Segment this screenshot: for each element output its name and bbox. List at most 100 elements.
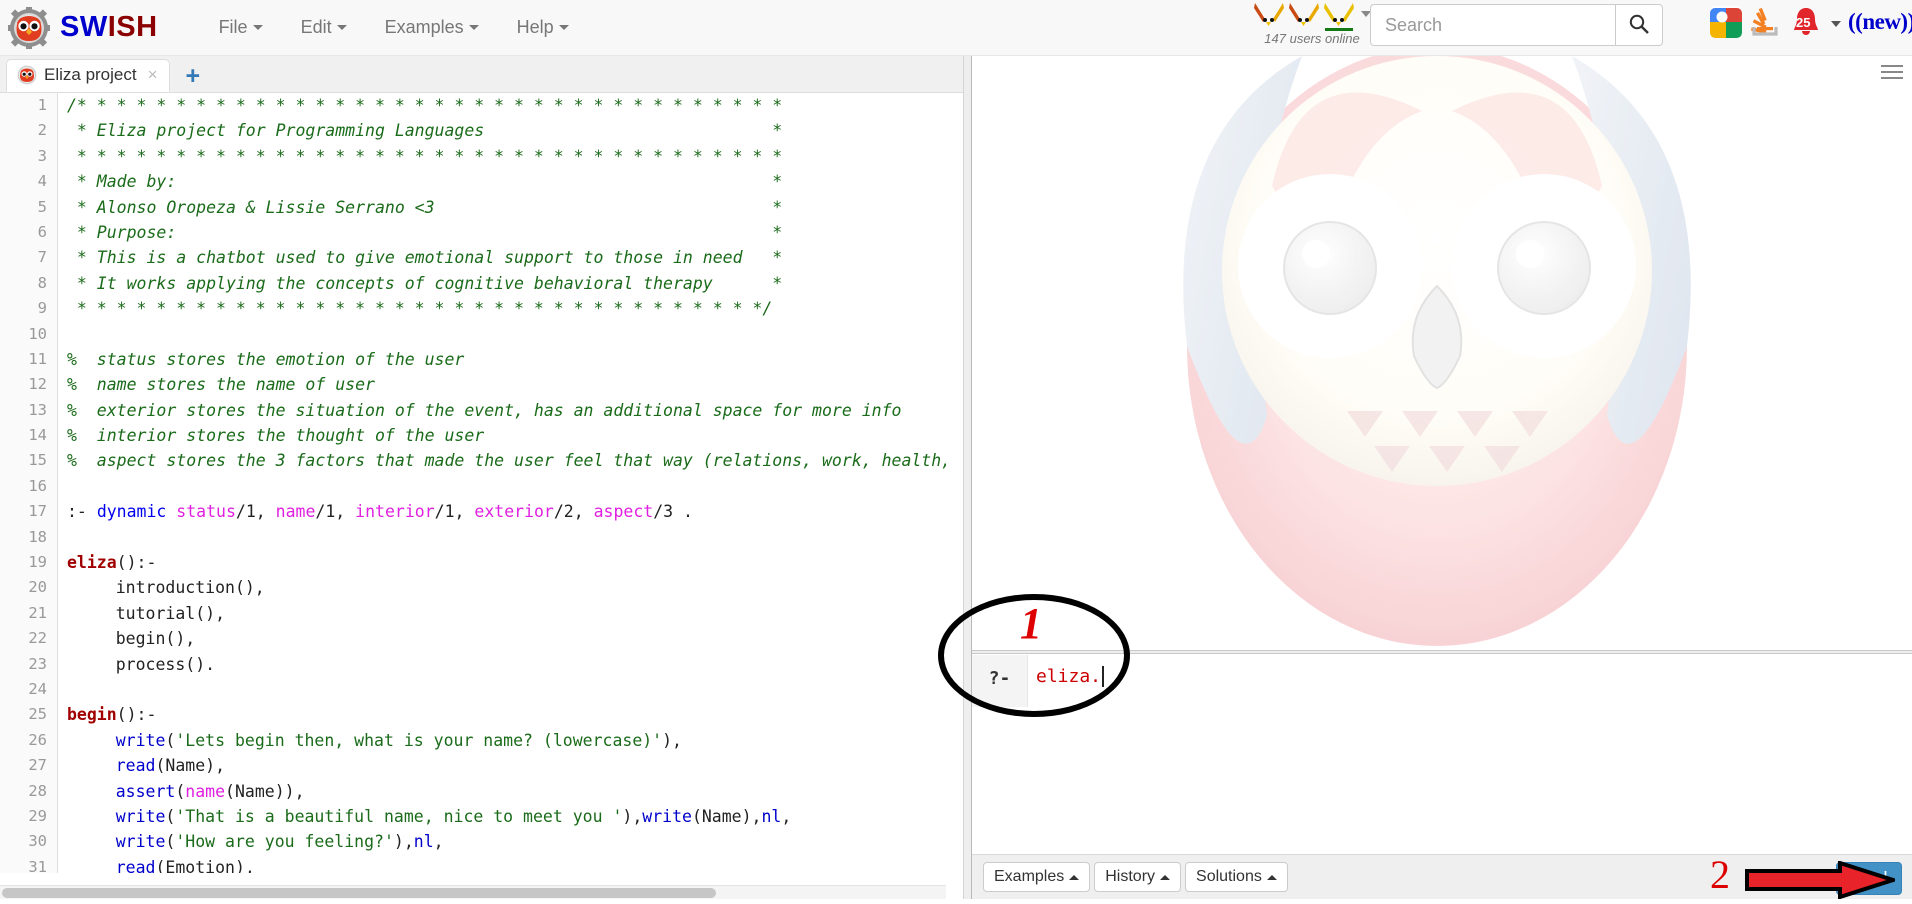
menu-item-edit[interactable]: Edit bbox=[282, 9, 366, 46]
code-line: 6 * Purpose: * bbox=[0, 219, 946, 246]
chevron-down-icon[interactable] bbox=[1831, 21, 1841, 27]
code-token: ( bbox=[165, 832, 176, 852]
query-editor[interactable]: eliza. bbox=[1028, 655, 1912, 707]
code-line-text: % aspect stores the 3 factors that made … bbox=[58, 448, 946, 473]
query-text: eliza. bbox=[1036, 666, 1102, 687]
history-dropup-button[interactable]: History bbox=[1094, 862, 1182, 892]
code-line: 19 eliza():- bbox=[0, 550, 946, 576]
run-button[interactable]: Run! bbox=[1835, 862, 1902, 895]
line-number: 27 bbox=[0, 753, 58, 779]
chevron-down-icon bbox=[336, 25, 347, 30]
code-token: ), bbox=[662, 730, 682, 750]
line-number: 13 bbox=[0, 397, 58, 424]
pane-splitter[interactable] bbox=[963, 56, 972, 899]
menu-hamburger-icon[interactable] bbox=[1881, 65, 1903, 81]
code-token: assert bbox=[115, 781, 176, 801]
line-number: 12 bbox=[0, 372, 58, 398]
code-line: 15 % aspect stores the 3 factors that mad… bbox=[0, 448, 946, 474]
tab-eliza-project[interactable]: Eliza project × bbox=[6, 59, 170, 92]
code-token: nl bbox=[761, 806, 782, 826]
line-number: 22 bbox=[0, 626, 58, 652]
code-line: 10 bbox=[0, 321, 946, 347]
code-line: 12 % name stores the name of user bbox=[0, 372, 946, 398]
code-line: 5 * Alonso Oropeza & Lissie Serrano <3 * bbox=[0, 194, 946, 220]
code-line: 4 * Made by: * bbox=[0, 169, 946, 195]
code-line-text bbox=[58, 525, 76, 550]
code-token: /1, bbox=[235, 502, 276, 522]
code-token: (Name), bbox=[691, 806, 762, 826]
menu-item-file[interactable]: File bbox=[200, 9, 282, 46]
line-number: 28 bbox=[0, 778, 58, 804]
code-token: :- bbox=[67, 502, 97, 522]
query-prompt-label: ?- bbox=[972, 655, 1028, 707]
code-token: 'Lets begin then, what is your name? (lo… bbox=[175, 730, 663, 750]
menu-item-examples[interactable]: Examples bbox=[366, 9, 498, 46]
annotation-step-one: 1 bbox=[1020, 599, 1042, 648]
code-line: 20 introduction(), bbox=[0, 575, 946, 601]
code-token: name bbox=[185, 781, 226, 801]
line-number: 29 bbox=[0, 803, 58, 830]
line-number: 2 bbox=[0, 118, 58, 144]
menu-item-help[interactable]: Help bbox=[498, 9, 588, 46]
code-line: 8 * It works applying the concepts of co… bbox=[0, 270, 946, 297]
add-tab-button[interactable]: + bbox=[186, 64, 201, 89]
code-token: status bbox=[176, 502, 236, 522]
code-token: * * * * * * * * * * * * * * * * * * * * … bbox=[67, 146, 783, 166]
code-token: /1, bbox=[434, 502, 475, 522]
tab-label: Eliza project bbox=[44, 65, 137, 84]
code-line-text: % interior stores the thought of the use… bbox=[58, 423, 484, 448]
stackoverflow-icon[interactable] bbox=[1749, 6, 1782, 38]
line-number: 20 bbox=[0, 575, 58, 601]
code-line: 31 read(Emotion), bbox=[0, 854, 946, 873]
code-line-text bbox=[58, 677, 76, 702]
code-line: 27 read(Name), bbox=[0, 753, 946, 779]
search-button[interactable] bbox=[1615, 4, 1663, 46]
examples-dropup-button[interactable]: Examples bbox=[983, 862, 1091, 892]
text-cursor bbox=[1102, 666, 1104, 687]
code-token: aspect bbox=[593, 502, 654, 522]
brand-logo[interactable]: SWISH bbox=[8, 6, 158, 49]
close-icon[interactable]: × bbox=[148, 65, 158, 85]
search-icon bbox=[1628, 13, 1650, 38]
scrollbar-thumb[interactable] bbox=[2, 888, 716, 898]
line-number: 19 bbox=[0, 550, 58, 576]
code-line-text: * It works applying the concepts of cogn… bbox=[58, 271, 782, 296]
code-line: 14 % interior stores the thought of the u… bbox=[0, 423, 946, 449]
code-line: 30 write('How are you feeling?'),nl, bbox=[0, 829, 946, 855]
google-plus-icon[interactable] bbox=[1710, 6, 1742, 38]
new-badge[interactable]: ((new)) bbox=[1848, 9, 1912, 35]
code-token: begin(), bbox=[76, 629, 196, 649]
editor-tab-bar: Eliza project × + bbox=[0, 56, 963, 93]
code-token: read bbox=[115, 857, 156, 873]
code-line: 1 /* * * * * * * * * * * * * * * * * * * … bbox=[0, 93, 946, 119]
code-line-text: /* * * * * * * * * * * * * * * * * * * *… bbox=[58, 93, 782, 118]
solutions-dropup-button[interactable]: Solutions bbox=[1185, 862, 1288, 892]
code-token: /* * * * * * * * * * * * * * * * * * * *… bbox=[67, 96, 783, 115]
line-number: 4 bbox=[0, 169, 58, 195]
code-token: * * * * * * * * * * * * * * * * * * * * … bbox=[67, 299, 773, 319]
notification-count-badge: 25 bbox=[1796, 15, 1811, 30]
code-token: name bbox=[275, 502, 316, 522]
code-line-text: * Purpose: * bbox=[58, 220, 782, 245]
code-token: eliza bbox=[67, 553, 117, 573]
code-line-text: * Alonso Oropeza & Lissie Serrano <3 * bbox=[58, 195, 782, 220]
code-token: ():- bbox=[116, 553, 157, 573]
code-editor[interactable]: 1 /* * * * * * * * * * * * * * * * * * * … bbox=[0, 93, 946, 873]
code-line-text: read(Name), bbox=[58, 753, 225, 778]
editor-horizontal-scrollbar[interactable] bbox=[0, 885, 946, 899]
code-token: /1, bbox=[315, 502, 356, 522]
owl-icon bbox=[17, 65, 37, 85]
code-line: 2 * Eliza project for Programming Langua… bbox=[0, 118, 946, 144]
code-token: write bbox=[115, 832, 166, 852]
search-input[interactable] bbox=[1370, 4, 1615, 46]
code-token: ():- bbox=[116, 705, 157, 725]
users-online-widget[interactable]: 147 users online bbox=[1232, 2, 1392, 46]
code-token: process(). bbox=[76, 654, 216, 674]
code-line: 16 bbox=[0, 473, 946, 500]
query-toolbar: Examples History Solutions Run! bbox=[972, 854, 1912, 899]
code-token: introduction(), bbox=[76, 578, 265, 598]
code-token: * This is a chatbot used to give emotion… bbox=[67, 248, 783, 268]
notifications-button[interactable]: 25 bbox=[1789, 5, 1823, 39]
brand-title: SWISH bbox=[60, 11, 158, 44]
